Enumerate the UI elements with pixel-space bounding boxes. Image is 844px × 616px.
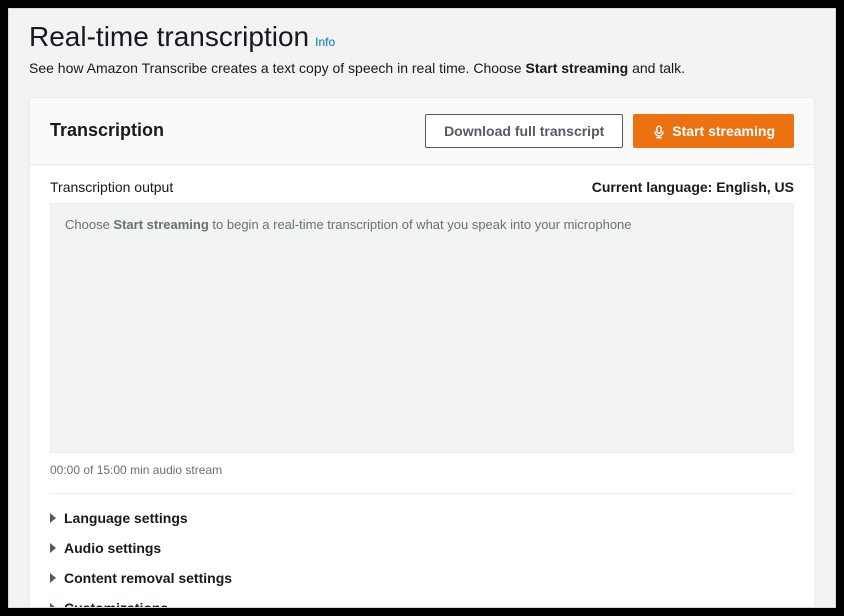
settings-item-audio[interactable]: Audio settings bbox=[50, 533, 794, 563]
transcription-panel: Transcription Download full transcript bbox=[29, 97, 815, 608]
panel-header: Transcription Download full transcript bbox=[30, 98, 814, 165]
caret-right-icon bbox=[50, 573, 56, 583]
settings-item-label: Audio settings bbox=[64, 540, 161, 556]
output-placeholder-post: to begin a real-time transcription of wh… bbox=[209, 217, 632, 232]
settings-item-label: Customizations bbox=[64, 600, 168, 608]
download-transcript-label: Download full transcript bbox=[444, 121, 604, 141]
output-placeholder-pre: Choose bbox=[65, 217, 113, 232]
caret-right-icon bbox=[50, 513, 56, 523]
download-transcript-button[interactable]: Download full transcript bbox=[425, 114, 623, 148]
settings-item-label: Language settings bbox=[64, 510, 188, 526]
panel-actions: Download full transcript Start streaming bbox=[425, 114, 794, 148]
page-description-pre: See how Amazon Transcribe creates a text… bbox=[29, 60, 525, 76]
output-label: Transcription output bbox=[50, 179, 173, 195]
microphone-icon bbox=[652, 124, 666, 138]
transcription-output-area: Choose Start streaming to begin a real-t… bbox=[50, 203, 794, 453]
caret-right-icon bbox=[50, 543, 56, 553]
page-description: See how Amazon Transcribe creates a text… bbox=[29, 59, 815, 79]
output-header-row: Transcription output Current language: E… bbox=[50, 179, 794, 195]
start-streaming-button[interactable]: Start streaming bbox=[633, 114, 794, 148]
start-streaming-label: Start streaming bbox=[672, 121, 775, 141]
settings-item-language[interactable]: Language settings bbox=[50, 494, 794, 533]
page-title-row: Real-time transcription Info bbox=[29, 21, 815, 53]
stream-time: 00:00 of 15:00 min audio stream bbox=[50, 463, 794, 477]
settings-item-content-removal[interactable]: Content removal settings bbox=[50, 563, 794, 593]
panel-title: Transcription bbox=[50, 120, 164, 141]
panel-body: Transcription output Current language: E… bbox=[30, 165, 814, 608]
info-link[interactable]: Info bbox=[315, 35, 335, 49]
page-description-bold: Start streaming bbox=[525, 60, 628, 76]
settings-item-customizations[interactable]: Customizations bbox=[50, 593, 794, 608]
page-header: Real-time transcription Info See how Ama… bbox=[9, 9, 835, 79]
page-description-post: and talk. bbox=[628, 60, 685, 76]
caret-right-icon bbox=[50, 603, 56, 608]
settings-list: Language settings Audio settings Content… bbox=[50, 493, 794, 608]
page-title: Real-time transcription bbox=[29, 21, 309, 53]
current-language: Current language: English, US bbox=[592, 179, 794, 195]
app-frame: Real-time transcription Info See how Ama… bbox=[8, 8, 836, 608]
output-placeholder-bold: Start streaming bbox=[113, 217, 208, 232]
settings-item-label: Content removal settings bbox=[64, 570, 232, 586]
